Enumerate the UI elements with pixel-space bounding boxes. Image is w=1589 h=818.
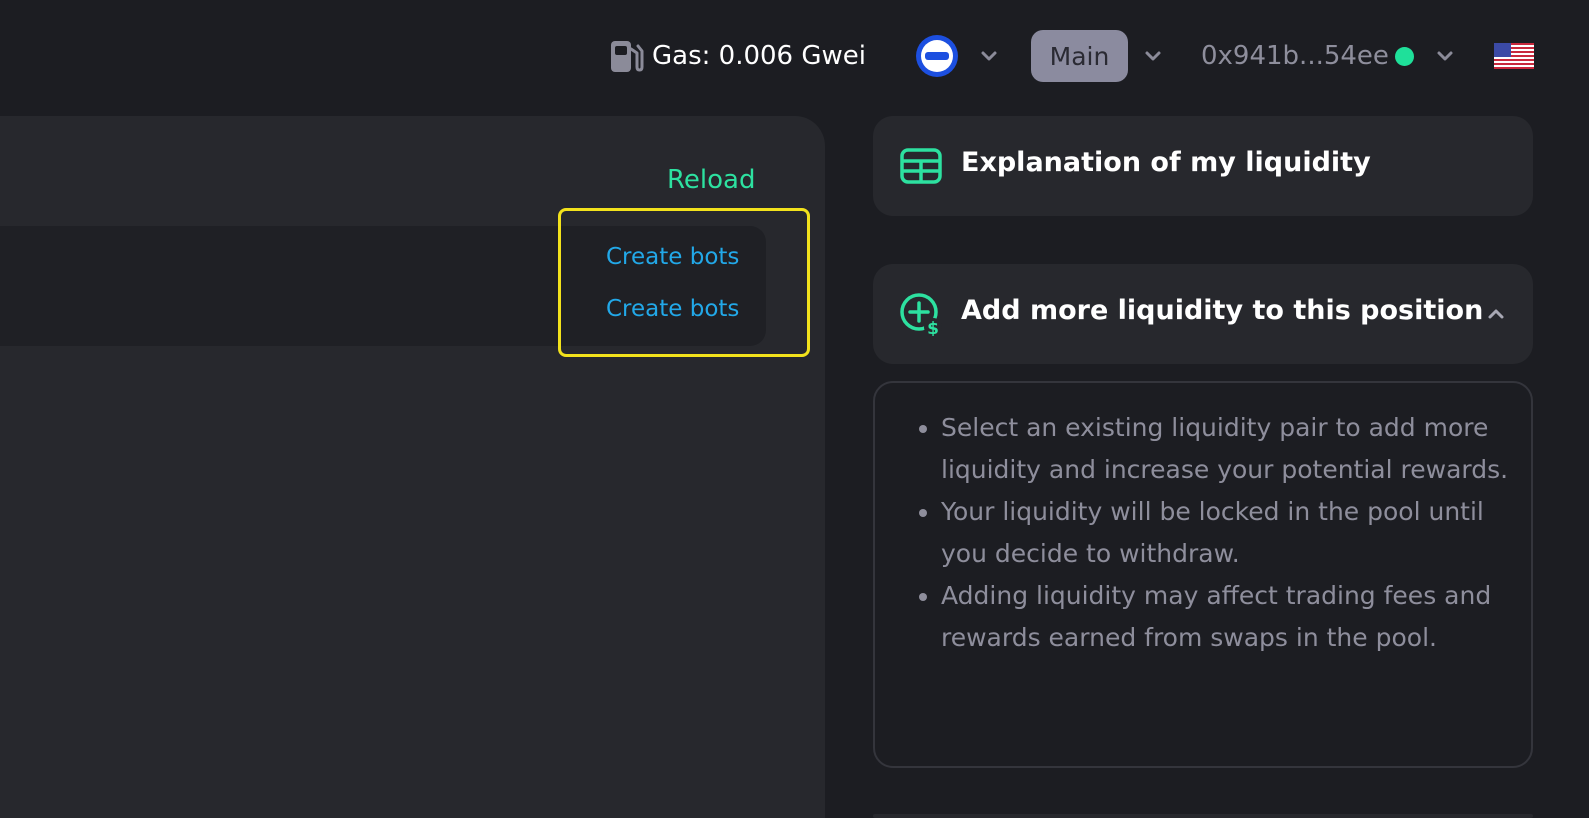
- chain-logo-icon[interactable]: [916, 35, 958, 77]
- add-liquidity-title: Add more liquidity to this position: [961, 295, 1484, 326]
- wallet-button[interactable]: 0x941b...54ee: [1201, 36, 1414, 76]
- chevron-down-icon[interactable]: [1436, 47, 1454, 65]
- list-item: Select an existing liquidity pair to add…: [941, 407, 1511, 491]
- next-card-edge: [873, 814, 1533, 818]
- network-label: Main: [1049, 41, 1110, 71]
- details-list: Select an existing liquidity pair to add…: [875, 383, 1531, 659]
- connected-dot: [1394, 46, 1414, 66]
- chevron-down-icon[interactable]: [980, 47, 998, 65]
- explanation-title: Explanation of my liquidity: [961, 147, 1371, 178]
- top-bar: Gas: 0.006 Gwei Main 0x941b...54ee: [0, 0, 1589, 112]
- chevron-up-icon[interactable]: [1487, 305, 1505, 323]
- wallet-address: 0x941b...54ee: [1201, 41, 1389, 71]
- us-flag-icon[interactable]: [1494, 43, 1534, 69]
- svg-text:$: $: [927, 319, 939, 336]
- gas-pump-icon: [611, 41, 644, 72]
- network-selector[interactable]: Main: [1031, 30, 1128, 82]
- chevron-down-icon[interactable]: [1144, 47, 1162, 65]
- reload-button[interactable]: Reload: [667, 165, 755, 195]
- list-item: Your liquidity will be locked in the poo…: [941, 491, 1511, 575]
- list-item: Adding liquidity may affect trading fees…: [941, 575, 1511, 659]
- gas-label: Gas: 0.006 Gwei: [652, 41, 866, 71]
- table-icon: [900, 148, 942, 184]
- highlight-box: [558, 208, 810, 357]
- add-liquidity-card[interactable]: $ Add more liquidity to this position: [873, 264, 1533, 364]
- explanation-card[interactable]: Explanation of my liquidity: [873, 116, 1533, 216]
- add-liquidity-details: Select an existing liquidity pair to add…: [873, 381, 1533, 768]
- gas-indicator: Gas: 0.006 Gwei: [608, 37, 866, 75]
- add-dollar-icon: $: [900, 293, 942, 336]
